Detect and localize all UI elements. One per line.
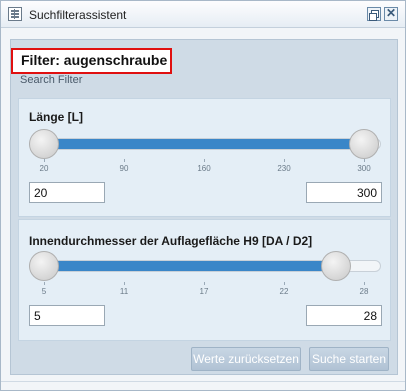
table-icon — [8, 7, 22, 21]
length-slider-max-handle[interactable] — [349, 129, 379, 159]
length-slider-track[interactable] — [29, 129, 381, 159]
inner-diameter-slider-ticks-mark — [284, 282, 285, 285]
length-label: Länge [L] — [29, 110, 83, 124]
length-slider-ticks-mark — [204, 159, 205, 162]
inner-diameter-slider-ticks-mark — [364, 282, 365, 285]
length-slider-ticks-mark — [44, 159, 45, 162]
inner-diameter-slider-ticks-label: 17 — [199, 287, 209, 296]
inner-diameter-slider-ticks-mark — [204, 282, 205, 285]
length-slider-ticks-label: 300 — [357, 164, 371, 173]
search-filter-window: Suchfilterassistent ✕ Filter: augenschra… — [0, 0, 406, 391]
inner-diameter-min-input[interactable] — [29, 305, 105, 326]
inner-diameter-slider-max-handle[interactable] — [321, 251, 352, 281]
length-slider-ticks-mark — [284, 159, 285, 162]
title-bar: Suchfilterassistent ✕ — [1, 1, 405, 28]
start-search-button[interactable]: Suche starten — [309, 347, 389, 371]
window-title: Suchfilterassistent — [29, 8, 127, 22]
inner-diameter-slider-ticks-label: 22 — [279, 287, 289, 296]
length-filter-section: Länge [L] 20 90 160 230 300 — [18, 98, 391, 217]
inner-diameter-slider-ticks-mark — [44, 282, 45, 285]
inner-diameter-slider-ticks-label: 5 — [41, 287, 47, 296]
inner-diameter-max-input[interactable] — [306, 305, 382, 326]
length-slider-ticks-label: 160 — [197, 164, 211, 173]
inner-diameter-slider-ticks-label: 11 — [119, 287, 129, 296]
footer-divider — [1, 381, 405, 382]
length-slider-ticks: 20 90 160 230 300 — [29, 159, 381, 179]
inner-diameter-slider-min-handle[interactable] — [29, 251, 59, 281]
length-max-input[interactable] — [306, 182, 382, 203]
inner-diameter-slider-track[interactable] — [29, 251, 381, 281]
length-slider-ticks-label: 20 — [39, 164, 49, 173]
length-slider-ticks-label: 90 — [119, 164, 129, 173]
length-slider-range — [45, 139, 365, 149]
inner-diameter-slider-range — [45, 261, 338, 271]
filter-subtitle: Search Filter — [20, 74, 83, 86]
close-icon[interactable]: ✕ — [384, 7, 398, 21]
inner-diameter-slider-ticks-label: 28 — [359, 287, 369, 296]
length-slider-ticks-mark — [124, 159, 125, 162]
length-min-input[interactable] — [29, 182, 105, 203]
inner-diameter-slider-ticks: 5 11 17 22 28 — [29, 282, 381, 302]
inner-diameter-label: Innendurchmesser der Auflagefläche H9 [D… — [29, 234, 313, 248]
length-slider-min-handle[interactable] — [29, 129, 59, 159]
inner-diameter-filter-section: Innendurchmesser der Auflagefläche H9 [D… — [18, 219, 391, 341]
filter-title: Filter: augenschraube — [11, 48, 172, 74]
inner-diameter-slider-ticks-mark — [124, 282, 125, 285]
reset-values-button[interactable]: Werte zurücksetzen — [191, 347, 301, 371]
length-slider-ticks-mark — [364, 159, 365, 162]
restore-icon[interactable] — [367, 7, 381, 21]
length-slider-ticks-label: 230 — [277, 164, 291, 173]
